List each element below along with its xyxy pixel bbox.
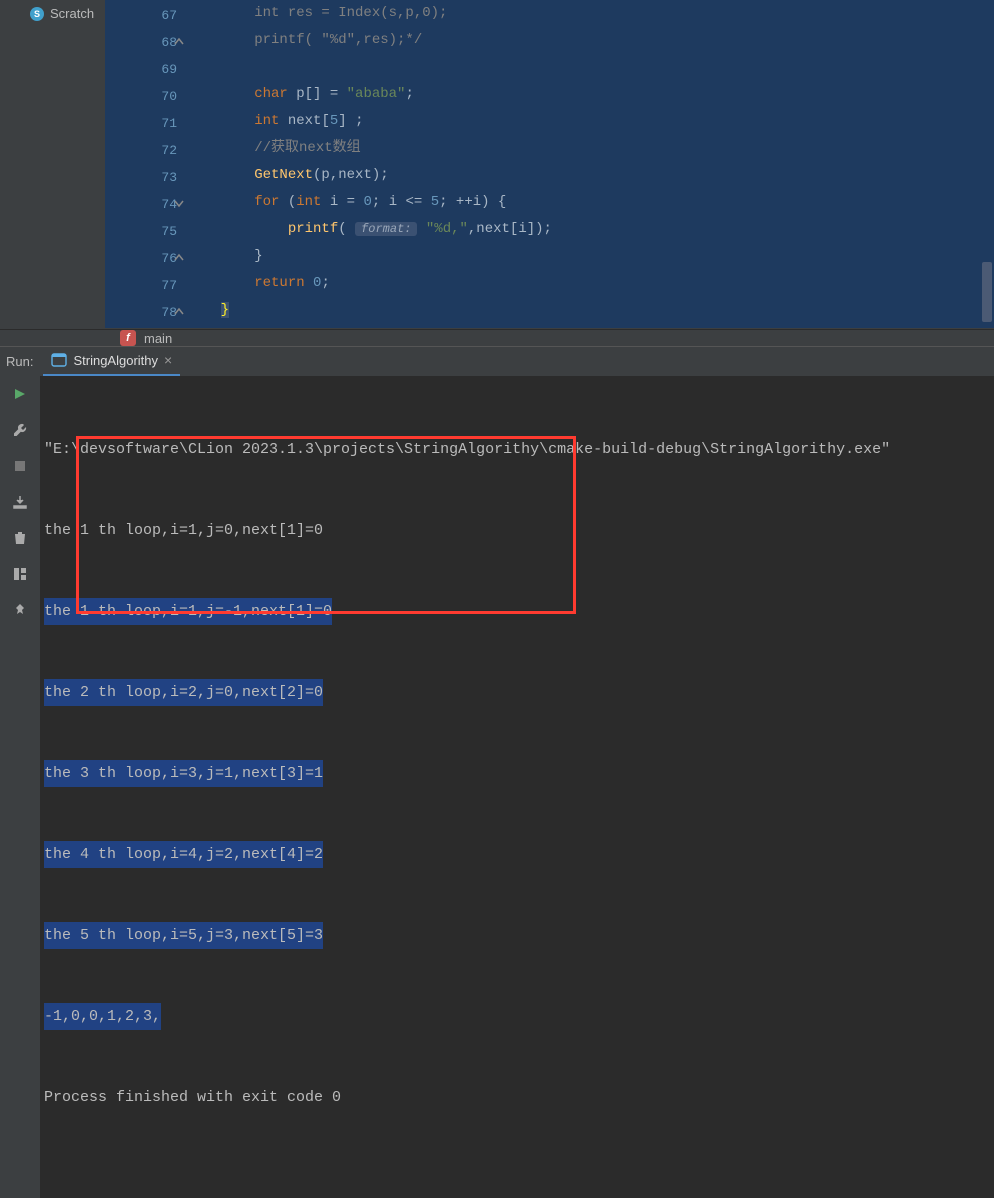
console-line: the 1 th loop,i=1,j=0,next[1]=0 [44, 517, 990, 544]
run-tool-header: Run: StringAlgorithy × [0, 346, 994, 376]
run-config-tab[interactable]: StringAlgorithy × [43, 347, 180, 377]
terminal-icon [51, 353, 67, 367]
line-number-gutter[interactable]: 67 68 69 70 71 72 73 74 75 76 77 78 [105, 0, 185, 328]
run-tab-name: StringAlgorithy [73, 353, 158, 368]
layout-icon[interactable] [10, 564, 30, 584]
run-console: "E:\devsoftware\CLion 2023.1.3\projects\… [0, 376, 994, 1198]
editor-scrollbar[interactable] [982, 2, 992, 326]
stop-icon[interactable] [10, 456, 30, 476]
close-tab-icon[interactable]: × [164, 352, 172, 368]
line-number: 69 [107, 56, 177, 83]
line-number: 78 [107, 299, 177, 326]
line-number: 68 [107, 29, 177, 56]
line-number: 74 [107, 191, 177, 218]
breadcrumb-bar[interactable]: f main [0, 329, 994, 346]
fold-end-icon[interactable] [174, 37, 184, 47]
function-icon: f [120, 330, 136, 346]
code-editor[interactable]: int res = Index(s,p,0); printf( "%d",res… [185, 0, 994, 328]
console-line: the 3 th loop,i=3,j=1,next[3]=1 [44, 760, 990, 787]
editor-area: S Scratch 67 68 69 70 71 72 73 74 75 76 … [0, 0, 994, 329]
pin-icon[interactable] [10, 600, 30, 620]
sidebar-item-label: Scratch [50, 6, 94, 21]
fold-start-icon[interactable] [174, 199, 184, 209]
fold-end-icon[interactable] [174, 253, 184, 263]
console-line: the 5 th loop,i=5,j=3,next[5]=3 [44, 922, 990, 949]
fold-end-icon[interactable] [174, 307, 184, 317]
scratch-icon: S [30, 7, 44, 21]
wrench-icon[interactable] [10, 420, 30, 440]
line-number: 67 [107, 2, 177, 29]
scrollbar-thumb[interactable] [982, 262, 992, 322]
line-number: 73 [107, 164, 177, 191]
console-line: "E:\devsoftware\CLion 2023.1.3\projects\… [44, 436, 990, 463]
down-tray-icon[interactable] [10, 492, 30, 512]
line-number: 72 [107, 137, 177, 164]
line-number: 70 [107, 83, 177, 110]
console-line: the 2 th loop,i=2,j=0,next[2]=0 [44, 679, 990, 706]
sidebar-item-scratches[interactable]: S Scratch [0, 2, 105, 25]
breadcrumb-label[interactable]: main [144, 331, 172, 346]
console-line: -1,0,0,1,2,3, [44, 1003, 990, 1030]
line-number: 76 [107, 245, 177, 272]
run-label: Run: [6, 354, 33, 369]
rerun-icon[interactable] [10, 384, 30, 404]
console-line: Process finished with exit code 0 [44, 1084, 990, 1111]
run-toolbar [0, 376, 40, 1198]
line-number: 77 [107, 272, 177, 299]
trash-icon[interactable] [10, 528, 30, 548]
line-number: 71 [107, 110, 177, 137]
console-line: the 1 th loop,i=1,j=-1,next[1]=0 [44, 598, 990, 625]
project-sidebar[interactable]: S Scratch [0, 0, 105, 328]
console-line: the 4 th loop,i=4,j=2,next[4]=2 [44, 841, 990, 868]
line-number: 75 [107, 218, 177, 245]
console-output[interactable]: "E:\devsoftware\CLion 2023.1.3\projects\… [40, 376, 994, 1198]
